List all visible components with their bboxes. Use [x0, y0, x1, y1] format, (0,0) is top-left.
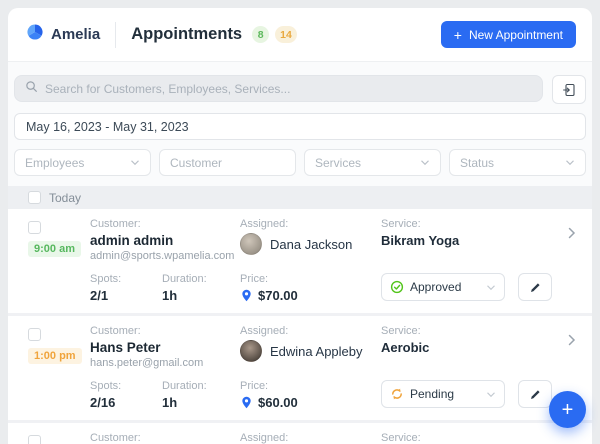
- employees-filter-label: Employees: [25, 156, 84, 170]
- status-value: Pending: [410, 387, 480, 401]
- pencil-icon: [529, 388, 542, 401]
- chevron-down-icon: [420, 159, 430, 166]
- check-circle-icon: [390, 280, 404, 294]
- employee-name: Dana Jackson: [270, 237, 352, 252]
- chevron-down-icon: [486, 284, 496, 291]
- service-label: Service:: [381, 218, 564, 230]
- price-value: $70.00: [258, 288, 298, 303]
- employee-avatar: [240, 340, 262, 362]
- toolbar-panel: May 16, 2023 - May 31, 2023 Employees Cu…: [8, 62, 592, 186]
- employees-filter[interactable]: Employees: [14, 149, 151, 176]
- header-divider: [115, 22, 116, 48]
- status-filter[interactable]: Status: [449, 149, 586, 176]
- service-label: Service:: [381, 432, 578, 444]
- date-range-value: May 16, 2023 - May 31, 2023: [26, 120, 189, 134]
- export-document-icon: [562, 83, 576, 97]
- duration-value: 1h: [162, 395, 234, 410]
- customer-filter[interactable]: Customer: [159, 149, 296, 176]
- employee-avatar: [240, 233, 262, 255]
- services-filter[interactable]: Services: [304, 149, 441, 176]
- export-button[interactable]: [552, 75, 586, 104]
- price-label: Price:: [240, 273, 312, 285]
- customer-name: Hans Peter: [90, 340, 240, 355]
- sync-arrows-icon: [390, 387, 404, 401]
- status-select[interactable]: Approved: [381, 273, 505, 301]
- edit-appointment-button[interactable]: [518, 380, 552, 408]
- status-filter-label: Status: [460, 156, 494, 170]
- customer-name: admin admin: [90, 233, 240, 248]
- fab-add-button[interactable]: +: [549, 391, 586, 428]
- location-pin-icon: [240, 289, 253, 302]
- edit-appointment-button[interactable]: [518, 273, 552, 301]
- page-title: Appointments: [131, 25, 242, 44]
- price-label: Price:: [240, 380, 312, 392]
- chevron-down-icon: [130, 159, 140, 166]
- assigned-label: Assigned:: [240, 218, 381, 230]
- customer-email: hans.peter@gmail.com: [90, 357, 240, 369]
- time-badge: 9:00 am: [28, 241, 81, 257]
- app-header: Amelia Appointments 8 14 + New Appointme…: [8, 8, 592, 62]
- spots-label: Spots:: [90, 380, 162, 392]
- group-label: Today: [49, 191, 81, 205]
- customer-filter-label: Customer: [170, 156, 222, 170]
- amelia-app-window: Amelia Appointments 8 14 + New Appointme…: [8, 8, 592, 444]
- appointment-row: 1:00 pm Customer: Hans Peter hans.peter@…: [8, 316, 592, 420]
- pending-count-badge: 14: [275, 26, 297, 43]
- employee-name: Edwina Appleby: [270, 344, 363, 359]
- pencil-icon: [529, 281, 542, 294]
- status-value: Approved: [410, 280, 480, 294]
- customer-label: Customer:: [90, 325, 240, 337]
- row-checkbox[interactable]: [28, 435, 41, 444]
- brand: Amelia: [26, 23, 100, 46]
- group-header-today: Today: [8, 186, 592, 209]
- service-name: Bikram Yoga: [381, 233, 564, 248]
- service-name: Aerobic: [381, 340, 564, 355]
- duration-value: 1h: [162, 288, 234, 303]
- search-icon: [25, 80, 38, 98]
- customer-email: admin@sports.wpamelia.com: [90, 250, 240, 262]
- appointment-row: 9:00 am Customer: admin admin admin@spor…: [8, 209, 592, 313]
- appointment-row: 9:00 pm Customer: John Doe johndoe@gmail…: [8, 423, 592, 444]
- services-filter-label: Services: [315, 156, 361, 170]
- customer-label: Customer:: [90, 218, 240, 230]
- assigned-label: Assigned:: [240, 432, 381, 444]
- new-appointment-label: New Appointment: [469, 28, 563, 42]
- service-label: Service:: [381, 325, 564, 337]
- spots-value: 2/1: [90, 288, 162, 303]
- select-all-checkbox[interactable]: [28, 191, 41, 204]
- chevron-right-icon: [568, 227, 576, 239]
- plus-icon: +: [562, 400, 574, 420]
- duration-label: Duration:: [162, 380, 234, 392]
- approved-count-badge: 8: [252, 26, 269, 43]
- search-box: [14, 75, 543, 102]
- chevron-down-icon: [486, 391, 496, 398]
- status-select[interactable]: Pending: [381, 380, 505, 408]
- time-badge: 1:00 pm: [28, 348, 82, 364]
- location-pin-icon: [240, 396, 253, 409]
- expand-row-button[interactable]: [568, 218, 582, 303]
- row-checkbox[interactable]: [28, 328, 41, 341]
- duration-label: Duration:: [162, 273, 234, 285]
- plus-icon: +: [454, 28, 462, 42]
- screen: Amelia Appointments 8 14 + New Appointme…: [0, 0, 600, 444]
- chevron-down-icon: [565, 159, 575, 166]
- search-input[interactable]: [45, 82, 532, 96]
- new-appointment-button[interactable]: + New Appointment: [441, 21, 576, 48]
- assigned-label: Assigned:: [240, 325, 381, 337]
- date-range-picker[interactable]: May 16, 2023 - May 31, 2023: [14, 113, 586, 140]
- chevron-right-icon: [568, 334, 576, 346]
- spots-label: Spots:: [90, 273, 162, 285]
- price-value: $60.00: [258, 395, 298, 410]
- row-checkbox[interactable]: [28, 221, 41, 234]
- customer-label: Customer:: [90, 432, 240, 444]
- spots-value: 2/16: [90, 395, 162, 410]
- brand-name: Amelia: [51, 26, 100, 43]
- amelia-logo-icon: [26, 23, 44, 46]
